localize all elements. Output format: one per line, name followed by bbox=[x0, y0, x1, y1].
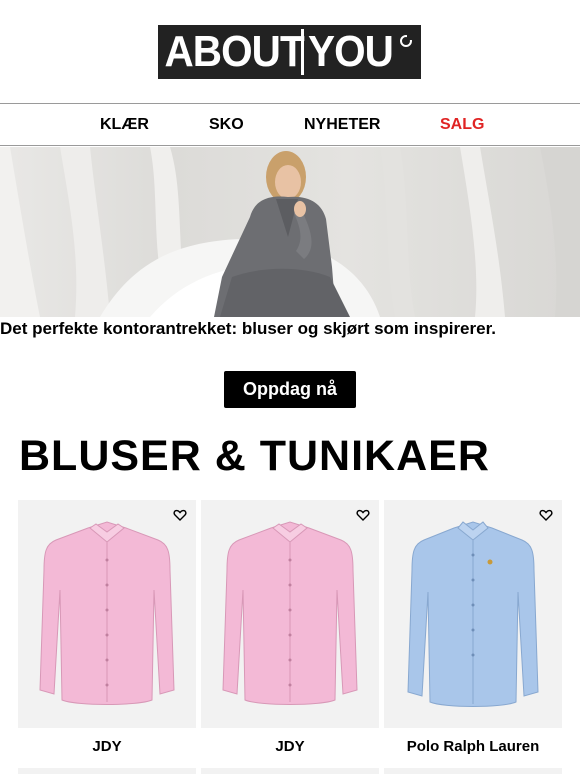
discover-now-button[interactable]: Oppdag nå bbox=[224, 371, 356, 408]
pink-shirt-image bbox=[39, 521, 175, 705]
next-card-edge bbox=[18, 768, 196, 774]
product-image[interactable] bbox=[201, 500, 379, 728]
logo-divider bbox=[301, 29, 304, 75]
email-header: ABOUT YOU bbox=[0, 0, 580, 103]
hero-illustration bbox=[0, 147, 580, 317]
hero-caption: Det perfekte kontorantrekket: bluser og … bbox=[0, 319, 496, 338]
next-card-edge bbox=[384, 768, 562, 774]
wishlist-heart-icon[interactable] bbox=[173, 508, 187, 522]
nav-item-sko[interactable]: SKO bbox=[209, 104, 244, 145]
product-brand[interactable]: JDY bbox=[18, 738, 196, 755]
logo-text-you: YOU bbox=[308, 27, 394, 76]
logo-ring-icon bbox=[400, 35, 412, 47]
next-card-edge bbox=[201, 768, 379, 774]
nav-item-klaer[interactable]: KLÆR bbox=[100, 104, 149, 145]
product-brand[interactable]: JDY bbox=[201, 738, 379, 755]
product-card[interactable]: Polo Ralph Lauren bbox=[384, 500, 562, 774]
nav-item-nyheter[interactable]: NYHETER bbox=[304, 104, 380, 145]
product-card[interactable]: JDY bbox=[201, 500, 379, 774]
wishlist-heart-icon[interactable] bbox=[539, 508, 553, 522]
nav-item-salg[interactable]: SALG bbox=[440, 104, 484, 145]
pink-shirt-image bbox=[222, 521, 358, 705]
logo-text-about: ABOUT bbox=[164, 27, 304, 76]
blue-shirt-image bbox=[407, 521, 539, 707]
product-brand[interactable]: Polo Ralph Lauren bbox=[384, 738, 562, 755]
product-image[interactable] bbox=[18, 500, 196, 728]
product-image[interactable] bbox=[384, 500, 562, 728]
product-card[interactable]: JDY bbox=[18, 500, 196, 774]
main-navigation: KLÆR SKO NYHETER SALG bbox=[0, 103, 580, 146]
about-you-logo[interactable]: ABOUT YOU bbox=[158, 25, 421, 79]
section-title: BLUSER & TUNIKAER bbox=[19, 432, 490, 480]
hero-image[interactable] bbox=[0, 147, 580, 317]
wishlist-heart-icon[interactable] bbox=[356, 508, 370, 522]
